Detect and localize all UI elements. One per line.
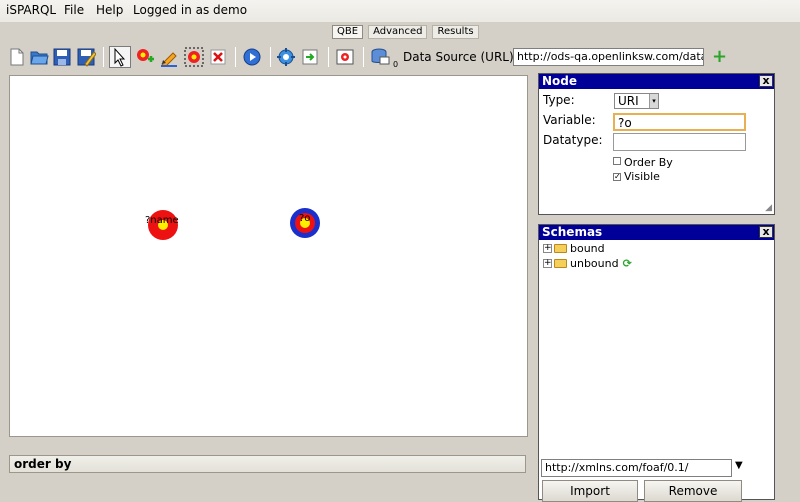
tree-item-bound[interactable]: + bound xyxy=(543,241,605,255)
type-select-value: URI xyxy=(618,94,639,108)
folder-icon xyxy=(554,243,567,253)
close-icon[interactable]: x xyxy=(759,75,773,87)
tab-qbe[interactable]: QBE xyxy=(332,25,364,39)
resize-grip-icon[interactable]: ◢ xyxy=(765,203,772,213)
toolbar-separator xyxy=(270,47,271,67)
login-status: Logged in as demo xyxy=(133,3,248,17)
toolbar-separator xyxy=(103,47,104,67)
tree-item-label: bound xyxy=(570,241,605,255)
add-node-icon[interactable] xyxy=(135,47,155,67)
query-canvas[interactable]: ?name ?o xyxy=(9,75,528,437)
order-by-bar[interactable]: order by xyxy=(9,455,526,473)
order-by-label: Order By xyxy=(624,156,673,169)
type-select[interactable]: URI ▾ xyxy=(614,93,659,109)
visible-label: Visible xyxy=(624,170,660,183)
datatype-input[interactable] xyxy=(613,133,746,151)
delete-icon[interactable] xyxy=(208,47,228,67)
toolbar-separator xyxy=(363,47,364,67)
tree-item-label: unbound xyxy=(570,256,619,270)
datasource-count: 0 xyxy=(393,60,399,69)
refresh-icon[interactable]: ⟳ xyxy=(623,257,632,270)
visible-checkbox[interactable]: ✓ Visible xyxy=(613,170,660,183)
tab-advanced[interactable]: Advanced xyxy=(368,25,428,39)
delete-selection-icon[interactable] xyxy=(184,47,204,67)
chevron-down-icon[interactable]: ▼ xyxy=(735,460,743,471)
tab-results[interactable]: Results xyxy=(432,25,479,39)
add-datasource-button[interactable]: + xyxy=(712,48,727,66)
visualize-icon[interactable] xyxy=(335,47,355,67)
menubar: iSPARQL File Help Logged in as demo xyxy=(0,0,800,22)
save-icon[interactable] xyxy=(52,47,72,67)
help-menu[interactable]: Help xyxy=(96,3,123,17)
open-folder-icon[interactable] xyxy=(29,47,49,67)
expand-icon[interactable]: + xyxy=(543,258,552,268)
toolbar-separator xyxy=(235,47,236,67)
datasource-icon[interactable] xyxy=(370,47,390,67)
graph-node-label: ?name xyxy=(145,215,179,226)
view-tabs: QBE Advanced Results xyxy=(332,25,479,40)
select-pointer-icon[interactable] xyxy=(109,46,131,68)
chevron-down-icon: ▾ xyxy=(649,94,658,108)
app-menu[interactable]: iSPARQL xyxy=(6,3,56,17)
datasource-url-input[interactable]: http://ods-qa.openlinksw.com/datas xyxy=(513,48,704,66)
checkbox-checked: ✓ xyxy=(613,172,621,181)
expand-icon[interactable]: + xyxy=(543,243,552,253)
schemas-panel-title-text: Schemas xyxy=(542,225,603,239)
graph-node-label: ?o xyxy=(299,213,311,224)
node-panel: Node x Type: URI ▾ Variable: ?o Datatype… xyxy=(538,73,775,215)
node-panel-title: Node x xyxy=(539,74,774,89)
variable-label: Variable: xyxy=(543,113,596,127)
node-panel-title-text: Node xyxy=(542,74,578,88)
folder-icon xyxy=(554,258,567,268)
tree-item-unbound[interactable]: + unbound ⟳ xyxy=(543,256,632,270)
save-as-icon[interactable] xyxy=(76,47,96,67)
import-icon[interactable] xyxy=(300,47,320,67)
import-button[interactable]: Import xyxy=(542,480,638,502)
schema-url-input[interactable]: http://xmlns.com/foaf/0.1/ xyxy=(541,459,732,477)
run-icon[interactable] xyxy=(242,47,262,67)
toolbar-separator xyxy=(328,47,329,67)
datatype-label: Datatype: xyxy=(543,133,603,147)
order-by-checkbox[interactable]: Order By xyxy=(613,156,673,169)
close-icon[interactable]: x xyxy=(759,226,773,238)
file-menu[interactable]: File xyxy=(64,3,84,17)
generate-icon[interactable] xyxy=(276,47,296,67)
variable-input[interactable]: ?o xyxy=(613,113,746,131)
draw-edge-icon[interactable] xyxy=(159,47,179,67)
schemas-panel-title: Schemas x xyxy=(539,225,774,240)
datasource-label: Data Source (URL): xyxy=(403,50,518,64)
type-label: Type: xyxy=(543,93,575,107)
new-document-icon[interactable] xyxy=(7,47,27,67)
checkbox-box xyxy=(613,157,621,165)
remove-button[interactable]: Remove xyxy=(644,480,742,502)
